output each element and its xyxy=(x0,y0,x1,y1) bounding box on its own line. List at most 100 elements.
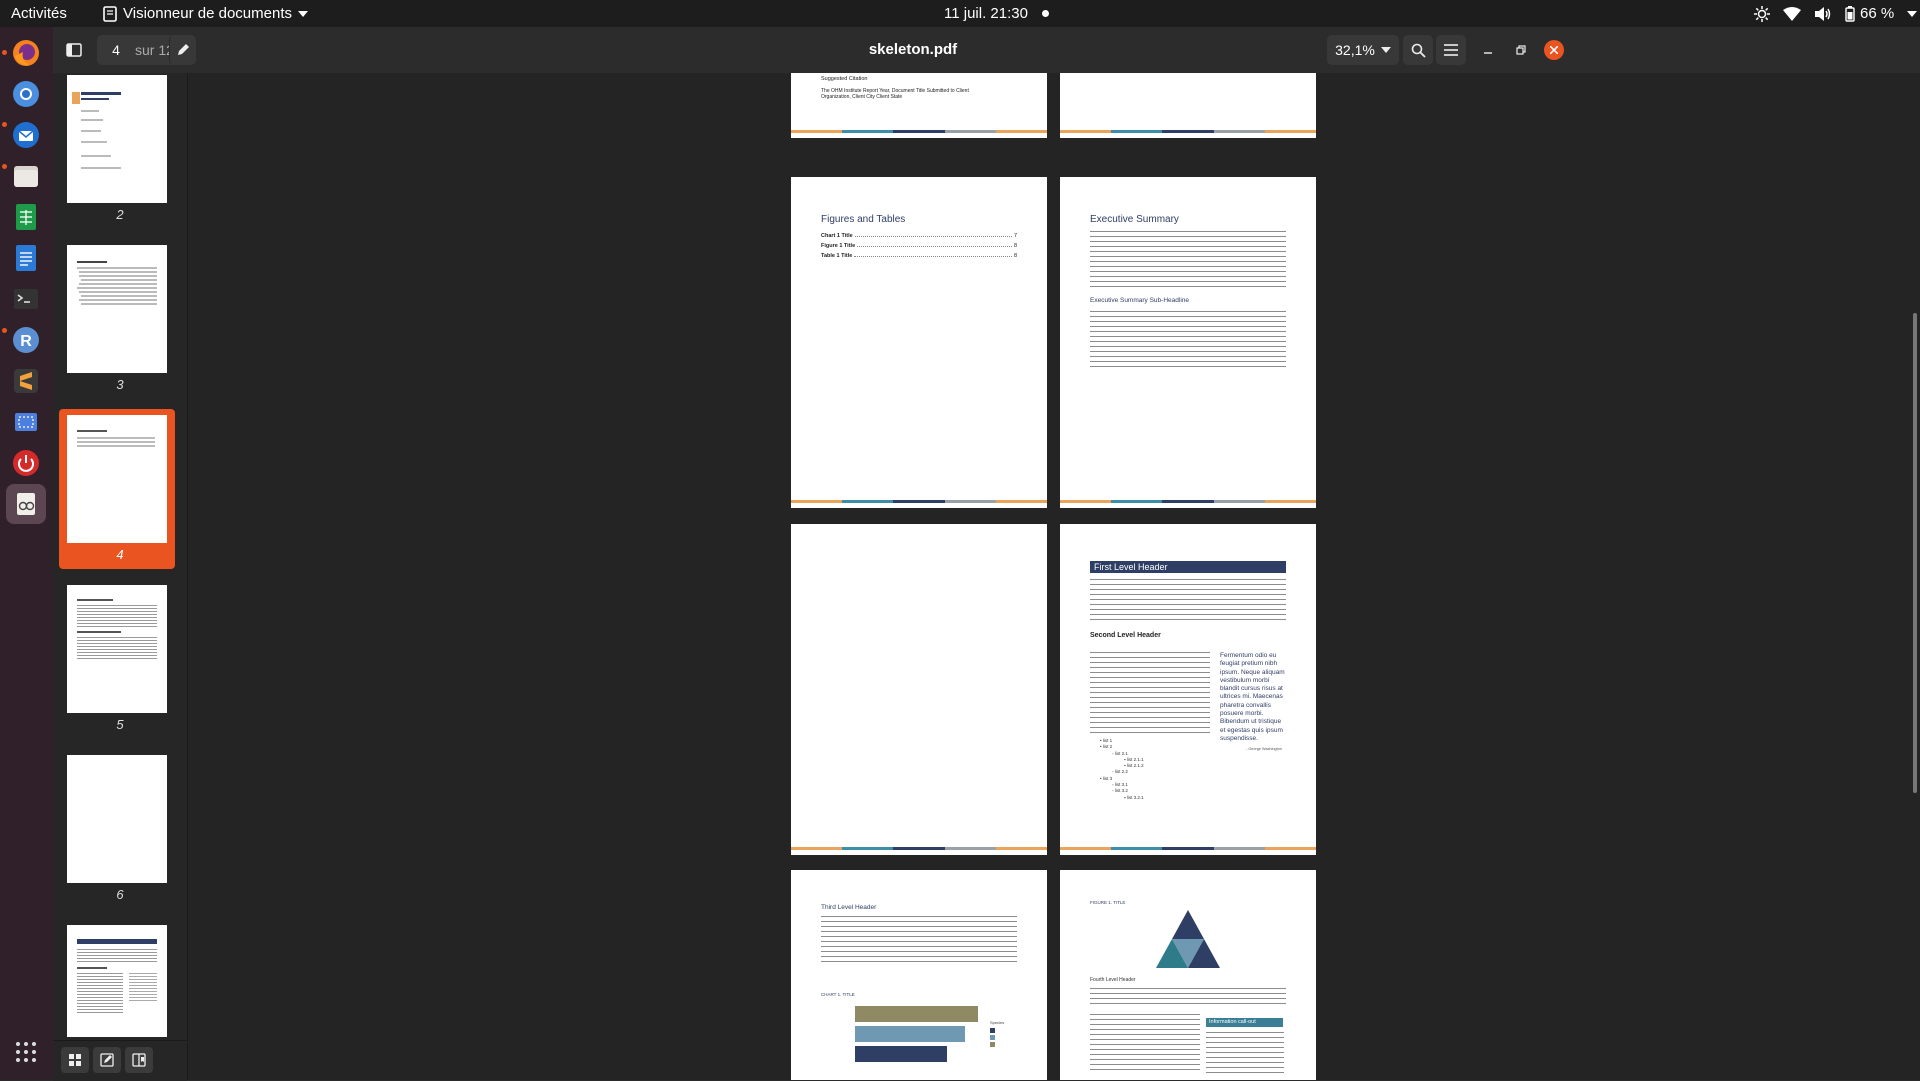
rstudio-launcher[interactable]: R xyxy=(6,320,46,360)
first-level-header: First Level Header xyxy=(1090,561,1286,573)
quote-author: - George Washington xyxy=(1246,747,1282,751)
hamburger-menu-icon xyxy=(1444,44,1458,56)
triangle-figure xyxy=(1156,910,1220,968)
terminal-icon xyxy=(14,289,38,309)
legend-swatch xyxy=(990,1035,995,1040)
document-writer-icon xyxy=(16,245,36,271)
search-button[interactable] xyxy=(1403,35,1433,65)
notification-dot-icon xyxy=(1041,10,1049,17)
volume-icon xyxy=(1815,6,1831,21)
toc-entry-page: 7 xyxy=(1013,233,1017,239)
chromium-launcher[interactable] xyxy=(6,74,46,114)
bullet-list: • list 1 • list 2 ◦ list 2.1 ▪ list 2.1.… xyxy=(1092,738,1144,801)
clock[interactable]: 11 juil. 21:30 xyxy=(944,0,1049,27)
pull-quote: Fermentum odio eu feugiat pretium nibh i… xyxy=(1220,652,1285,742)
toc-entry-page: 8 xyxy=(1013,253,1017,259)
minimize-icon xyxy=(1484,52,1492,54)
annotations-view-button[interactable] xyxy=(93,1047,121,1073)
pdf-page-2: Suggested Citation The OHM Institute Rep… xyxy=(791,73,1047,138)
thumbnail-page-2[interactable] xyxy=(67,75,167,203)
calc-launcher[interactable] xyxy=(6,197,46,237)
suggested-citation-title: Suggested Citation xyxy=(821,76,868,82)
main-menu-button[interactable] xyxy=(1436,35,1466,65)
thumbnails-grid-icon xyxy=(69,1054,81,1066)
document-title: skeleton.pdf xyxy=(868,41,958,58)
sublime-text-icon xyxy=(14,369,38,393)
firefox-launcher[interactable] xyxy=(6,33,46,73)
information-callout: Information call-out xyxy=(1206,1018,1283,1027)
chevron-down-icon xyxy=(1907,10,1918,17)
thumbnail-page-5[interactable] xyxy=(67,585,167,713)
chevron-down-icon xyxy=(298,10,308,17)
pencil-icon xyxy=(178,44,189,55)
firefox-icon xyxy=(13,40,39,66)
document-viewer-launcher[interactable] xyxy=(6,484,46,524)
body-text-block xyxy=(1090,231,1286,291)
thumbnail-label: 2 xyxy=(116,207,124,222)
clock-text: 11 juil. 21:30 xyxy=(944,5,1028,22)
thumbnail-page-4[interactable] xyxy=(67,415,167,543)
battery-icon xyxy=(1845,5,1855,22)
toc-entry: Table 1 Title 8 xyxy=(821,253,1017,259)
page-footer-bar xyxy=(791,500,1047,503)
book-icon xyxy=(132,1053,146,1067)
page-footer-bar xyxy=(791,847,1047,850)
chart-bar xyxy=(855,1026,965,1042)
power-launcher[interactable] xyxy=(6,443,46,483)
header-bar: 4 sur 12 skeleton.pdf 32,1% xyxy=(53,27,1920,74)
page-footer-bar xyxy=(1060,847,1316,850)
page-number-input[interactable]: 4 xyxy=(97,42,135,58)
svg-text:R: R xyxy=(20,333,32,350)
thumbnail-label: 4 xyxy=(116,547,124,562)
page-footer-bar xyxy=(1060,130,1316,133)
pdf-page-7: First Level Header Second Level Header F… xyxy=(1060,524,1316,855)
legend-swatch xyxy=(990,1042,995,1047)
scrollbar[interactable] xyxy=(1913,313,1917,793)
system-menu[interactable]: 66 % xyxy=(1754,0,1918,27)
body-text-block xyxy=(821,916,1017,964)
terminal-launcher[interactable] xyxy=(6,279,46,319)
writer-launcher[interactable] xyxy=(6,238,46,278)
app-menu[interactable]: Visionneur de documents xyxy=(103,0,308,27)
thumbnail-label: 3 xyxy=(116,377,124,392)
dock: R xyxy=(0,27,53,1080)
document-viewer[interactable]: Suggested Citation The OHM Institute Rep… xyxy=(188,73,1920,1080)
bookmarks-view-button[interactable] xyxy=(125,1047,153,1073)
r-icon: R xyxy=(13,327,39,353)
second-level-header: Second Level Header xyxy=(1090,632,1161,639)
sidebar-toggle-button[interactable] xyxy=(59,35,89,65)
top-bar: Activités Visionneur de documents 11 jui… xyxy=(0,0,1920,27)
show-apps-button[interactable] xyxy=(6,1032,46,1072)
annotation-icon xyxy=(100,1053,114,1067)
annotate-button[interactable] xyxy=(169,35,196,65)
callout-text xyxy=(1206,1032,1284,1074)
battery-level: 66 % xyxy=(1860,5,1895,22)
minimize-button[interactable] xyxy=(1473,35,1503,65)
thumbnail-page-3[interactable] xyxy=(67,245,167,373)
toc-entry-label: Table 1 Title xyxy=(821,253,853,259)
figures-and-tables-title: Figures and Tables xyxy=(821,214,906,225)
chart-bar xyxy=(855,1046,947,1062)
sidebar-bottom-bar xyxy=(53,1040,187,1081)
executive-summary-subheadline: Executive Summary Sub-Headline xyxy=(1090,297,1189,304)
thumbnail-page-6[interactable] xyxy=(67,755,167,883)
chart-legend-title: Species xyxy=(990,1020,1005,1025)
toc-entry-label: Figure 1 Title xyxy=(821,243,856,249)
screenshot-launcher[interactable] xyxy=(6,402,46,442)
document-viewer-icon xyxy=(17,493,35,515)
power-icon xyxy=(13,450,39,476)
sublime-launcher[interactable] xyxy=(6,361,46,401)
thumbnail-page-7[interactable] xyxy=(67,925,167,1037)
thumbnail-label: 5 xyxy=(116,717,124,732)
thunderbird-launcher[interactable] xyxy=(6,115,46,155)
files-launcher[interactable] xyxy=(6,156,46,196)
activities-button[interactable]: Activités xyxy=(11,0,67,27)
search-icon xyxy=(1411,43,1426,58)
close-button[interactable] xyxy=(1539,35,1569,65)
thumbnails-view-button[interactable] xyxy=(61,1047,89,1073)
maximize-button[interactable] xyxy=(1506,35,1536,65)
toc-entry-label: Chart 1 Title xyxy=(821,233,853,239)
zoom-selector[interactable]: 32,1% xyxy=(1327,35,1399,65)
page-footer-bar xyxy=(791,130,1047,133)
toc-entry: Figure 1 Title 8 xyxy=(821,243,1017,249)
